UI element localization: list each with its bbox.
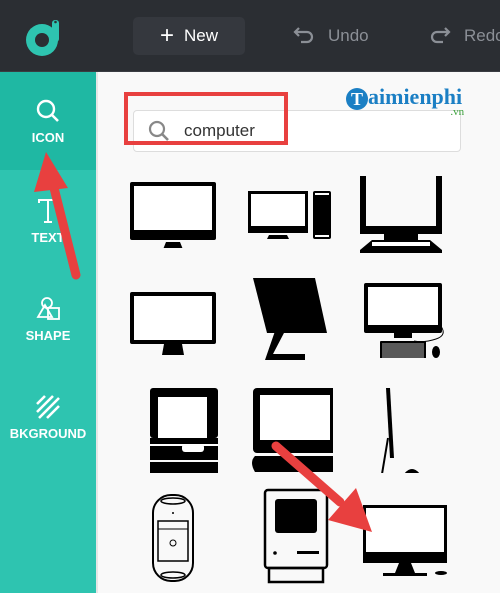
mac-pro-tower-icon	[152, 494, 194, 582]
desktop-keyboard-mouse-icon	[364, 282, 444, 358]
plus-icon: +	[159, 22, 174, 49]
watermark-logo: Taimienphi .vn	[346, 84, 464, 118]
sidebar-item-text[interactable]: TEXT	[0, 172, 96, 270]
shape-icon	[36, 296, 60, 320]
icon-result-retro-computer[interactable]	[118, 375, 228, 475]
imac-side-view-icon	[381, 387, 420, 473]
icon-result-classic-macintosh[interactable]	[233, 485, 343, 585]
icon-result-monitor-keyboard[interactable]	[233, 375, 343, 475]
undo-button[interactable]: Undo	[292, 17, 369, 55]
undo-icon	[293, 27, 314, 44]
retro-computer-icon	[150, 387, 218, 473]
top-toolbar: + New Undo Redo	[0, 0, 500, 72]
redo-button[interactable]: Redo	[428, 17, 500, 55]
redo-button-label: Redo	[464, 26, 500, 45]
search-icon	[36, 99, 59, 122]
desktop-tower-icon	[248, 190, 331, 239]
icon-result-flat-monitor[interactable]	[118, 265, 228, 365]
watermark-suffix: .vn	[450, 106, 465, 118]
crt-terminal-icon	[360, 175, 442, 253]
imac-with-mouse-icon	[363, 505, 447, 576]
icon-result-imac-with-mouse[interactable]	[344, 485, 454, 585]
icon-result-mac-pro-tower[interactable]	[118, 485, 228, 585]
flat-monitor-icon	[130, 292, 216, 355]
icon-result-imac-side-view[interactable]	[344, 375, 454, 475]
sidebar: ICON TEXT SHAPE BKGROUND	[0, 72, 96, 593]
sidebar-item-label: ICON	[31, 129, 65, 145]
all-in-one-side-icon	[253, 277, 327, 360]
sidebar-item-label: BKGROUND	[9, 425, 87, 441]
new-button-label: New	[184, 26, 219, 45]
new-button[interactable]: + New	[133, 17, 245, 55]
sidebar-item-shape[interactable]: SHAPE	[0, 270, 96, 368]
sidebar-item-label: TEXT	[31, 229, 65, 245]
icon-result-desktop-with-tower[interactable]	[233, 160, 343, 260]
watermark-brand: aimienphi	[368, 84, 463, 109]
sidebar-item-label: SHAPE	[25, 327, 71, 343]
watermark-t-icon: T	[346, 87, 368, 110]
sidebar-item-background[interactable]: BKGROUND	[0, 368, 96, 466]
undo-button-label: Undo	[328, 26, 369, 45]
icon-result-imac-monitor[interactable]	[118, 160, 228, 260]
imac-monitor-icon	[130, 181, 216, 248]
icon-result-crt-terminal[interactable]	[344, 160, 454, 260]
sidebar-item-icon[interactable]: ICON	[0, 72, 96, 170]
monitor-keyboard-icon	[252, 387, 333, 472]
redo-icon	[430, 27, 451, 44]
background-icon	[36, 394, 60, 419]
classic-macintosh-icon	[263, 488, 329, 584]
annotation-highlight-box	[124, 92, 288, 145]
app-logo-icon[interactable]	[22, 14, 68, 60]
text-icon	[38, 198, 58, 223]
icon-result-all-in-one-side[interactable]	[233, 265, 343, 365]
icon-result-desktop-keyboard-mouse[interactable]	[344, 265, 454, 365]
